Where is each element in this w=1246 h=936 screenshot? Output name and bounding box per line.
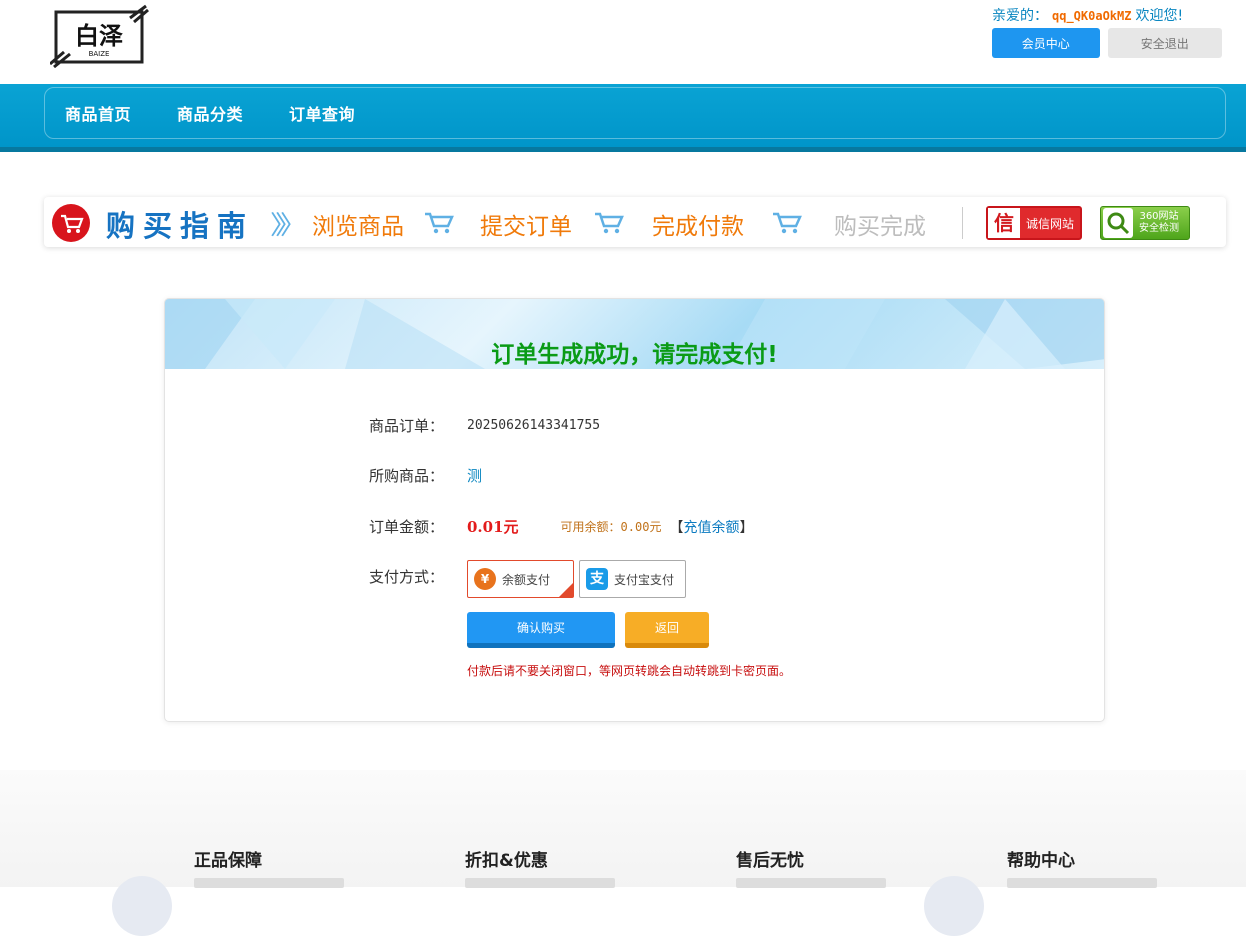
back-button[interactable]: 返回 (625, 612, 709, 648)
footer-col-genuine: 正品保障 (194, 851, 262, 871)
logo-text: 白泽 (75, 22, 123, 50)
username: qq_QK0aOkMZ (1052, 9, 1132, 23)
money-bag-icon: ¥ (474, 568, 496, 590)
order-amount: 0.01元 (467, 518, 519, 536)
pay-option-alipay-label: 支付宝支付 (614, 572, 675, 587)
pay-option-alipay[interactable]: 支 支付宝支付 (579, 560, 686, 598)
logout-button[interactable]: 安全退出 (1107, 28, 1222, 58)
trusted-site-badge[interactable]: 信 诚信网站 (986, 206, 1082, 240)
security-check-line1: 360网站 (1139, 211, 1179, 222)
greeting-prefix: 亲爱的： (992, 8, 1048, 24)
order-panel: 订单生成成功，请完成支付! 商品订单： 20250626143341755 所购… (164, 298, 1105, 722)
nav-item-order-query[interactable]: 订单查询 (289, 101, 355, 125)
pay-option-balance-label: 余额支付 (502, 572, 551, 587)
security-check-line2: 安全检测 (1139, 223, 1179, 234)
trust-icon: 信 (988, 208, 1020, 238)
greeting: 亲爱的： qq_QK0aOkMZ 欢迎您! (992, 5, 1222, 25)
product-row: 所购商品： 测 (369, 465, 482, 486)
alipay-icon: 支 (586, 568, 608, 590)
greeting-suffix: 欢迎您! (1135, 8, 1184, 24)
help-icon (924, 876, 984, 936)
recharge-link[interactable]: 充值余额 (683, 517, 739, 537)
order-success-title: 订单生成成功，请完成支付! (491, 342, 778, 368)
cart-icon (425, 212, 454, 234)
available-balance: 可用余额：0.00元 (560, 520, 662, 534)
order-number-row: 商品订单： 20250626143341755 (369, 415, 600, 436)
payment-row: 支付方式： ¥ 余额支付 支 支付宝支付 (369, 560, 686, 598)
order-panel-header: 订单生成成功，请完成支付! (165, 299, 1104, 369)
shopping-cart-icon (52, 204, 90, 242)
footer-col-help: 帮助中心 (1007, 851, 1075, 871)
nav-item-home[interactable]: 商品首页 (65, 101, 131, 125)
selected-check-icon (559, 583, 573, 597)
header: 白泽 BAIZE 亲爱的： qq_QK0aOkMZ 欢迎您! 会员中心 安全退出 (0, 0, 1246, 84)
site-logo[interactable]: 白泽 BAIZE (49, 4, 150, 69)
pay-option-balance[interactable]: ¥ 余额支付 (467, 560, 574, 598)
member-center-button[interactable]: 会员中心 (992, 28, 1100, 58)
action-row: 确认购买 返回 (467, 612, 709, 648)
nav-item-categories[interactable]: 商品分类 (177, 101, 243, 125)
security-check-badge[interactable]: 360网站 安全检测 (1100, 206, 1190, 240)
payment-label: 支付方式： (369, 568, 445, 586)
logo-subtext: BAIZE (89, 50, 110, 58)
order-number-label: 商品订单： (369, 417, 445, 435)
footer-col-aftersale: 售后无忧 (736, 851, 804, 871)
footer: 正品保障 折扣&优惠 售后无忧 帮助中心 (0, 770, 1246, 936)
bracket-close: 】 (739, 519, 754, 536)
purchase-guide: 购买指南 〉〉〉 浏览商品 提交订单 完成付款 购买完成 信 诚信网站 360网… (44, 197, 1226, 247)
amount-label: 订单金额： (369, 518, 445, 536)
step-complete-payment: 完成付款 (652, 214, 744, 240)
step-submit-order: 提交订单 (480, 214, 572, 240)
guarantee-icon (112, 876, 172, 936)
cart-icon (595, 212, 624, 234)
step-purchase-done: 购买完成 (834, 214, 926, 240)
guide-title: 购买指南 (106, 209, 255, 243)
trusted-site-label: 诚信网站 (1026, 216, 1075, 231)
bracket-open: 【 (669, 519, 684, 536)
cart-icon (773, 212, 802, 234)
order-number: 20250626143341755 (467, 418, 601, 433)
amount-row: 订单金额： 0.01元 可用余额：0.00元 【充值余额】 (369, 516, 753, 537)
payment-notice: 付款后请不要关闭窗口，等网页转跳会自动转跳到卡密页面。 (467, 664, 792, 678)
main-nav: 商品首页 商品分类 订单查询 (0, 84, 1246, 152)
confirm-purchase-button[interactable]: 确认购买 (467, 612, 615, 648)
guide-divider (962, 207, 963, 239)
step-browse: 浏览商品 (312, 214, 404, 240)
product-label: 所购商品： (369, 467, 445, 485)
magnifier-icon (1103, 208, 1133, 238)
product-name[interactable]: 测 (467, 465, 482, 486)
user-box: 亲爱的： qq_QK0aOkMZ 欢迎您! 会员中心 安全退出 (992, 5, 1222, 58)
double-chevron-icon: 〉〉〉 (270, 211, 306, 241)
footer-col-discount: 折扣&优惠 (465, 851, 548, 871)
